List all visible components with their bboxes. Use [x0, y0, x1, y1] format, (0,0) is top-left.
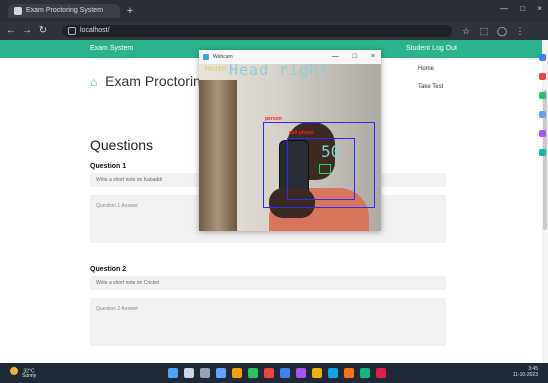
browser-menu-icon[interactable]: ⋮ [514, 24, 526, 38]
overlay-small-text: Mouth [205, 65, 227, 73]
answer-textarea[interactable]: Question 2 Answer [90, 298, 446, 346]
curtain-image [199, 80, 237, 231]
webcam-close-button[interactable]: × [371, 53, 375, 60]
browser-tab[interactable]: Exam Proctoring System [8, 4, 120, 18]
side-icon[interactable] [539, 111, 546, 118]
address-bar[interactable]: localhost/ [62, 25, 452, 37]
bookmark-star-icon[interactable]: ☆ [460, 24, 472, 38]
file-explorer-icon[interactable] [232, 368, 242, 378]
windows-taskbar: 32°C Sunny 3:45 11-10-2023 [0, 363, 548, 383]
app-icon[interactable] [296, 368, 306, 378]
app-icon[interactable] [264, 368, 274, 378]
side-icon[interactable] [539, 54, 546, 61]
task-view-icon[interactable] [200, 368, 210, 378]
tab-favicon-icon [14, 7, 22, 15]
maximize-button[interactable]: □ [520, 4, 525, 13]
webcam-app-icon [203, 54, 209, 60]
webcam-window: Webcam — □ × person cell phone 50 Mouth … [199, 50, 381, 231]
webcam-video-feed: person cell phone 50 Mouth Head right [199, 64, 381, 231]
question-prompt: Write a short note on Cricket [90, 276, 446, 290]
browser-tabbar: Exam Proctoring System + — □ × [0, 0, 548, 22]
app-icon[interactable] [280, 368, 290, 378]
question-label: Question 2 [90, 266, 127, 273]
side-icon[interactable] [539, 92, 546, 99]
app-icon[interactable] [328, 368, 338, 378]
home-link[interactable]: Home [418, 66, 443, 72]
address-text: localhost/ [80, 27, 110, 34]
webcam-minimize-button[interactable]: — [332, 53, 339, 60]
head-pose-text: Head right [229, 64, 330, 79]
detection-score: 50 [321, 142, 341, 161]
window-controls: — □ × [490, 4, 542, 13]
sun-icon [10, 367, 18, 375]
extensions-icon[interactable]: ⬚ [478, 24, 490, 38]
webcam-controls: — □ × [320, 50, 375, 64]
webcam-maximize-button[interactable]: □ [353, 53, 357, 60]
side-icon[interactable] [539, 130, 546, 137]
weather-desc: Sunny [22, 373, 37, 379]
forward-button[interactable]: → [20, 24, 34, 38]
back-button[interactable]: ← [4, 24, 18, 38]
profile-icon[interactable]: ◯ [496, 24, 508, 38]
taskbar-center-icons [168, 365, 398, 381]
logout-link[interactable]: Student Log Out [406, 40, 457, 58]
side-icon[interactable] [539, 73, 546, 80]
new-tab-button[interactable]: + [123, 4, 137, 18]
app-icon[interactable] [344, 368, 354, 378]
widgets-icon[interactable] [216, 368, 226, 378]
phone-detection-label: cell phone [289, 130, 314, 136]
browser-toolbar-icons: ☆ ⬚ ◯ ⋮ [460, 24, 546, 38]
browser-address-row: ← → ↻ localhost/ ☆ ⬚ ◯ ⋮ [0, 22, 548, 40]
close-button[interactable]: × [537, 4, 542, 13]
reload-button[interactable]: ↻ [36, 24, 50, 38]
question-block: Question 2 Write a short note on Cricket… [90, 266, 446, 346]
edge-icon[interactable] [248, 368, 258, 378]
webcam-title: Webcam [213, 54, 233, 60]
questions-heading: Questions [90, 137, 154, 153]
right-links: Home Take Test [418, 66, 443, 102]
search-icon[interactable] [184, 368, 194, 378]
weather-widget[interactable]: 32°C Sunny [10, 367, 36, 379]
site-info-icon[interactable] [68, 27, 76, 35]
person-detection-label: person [265, 116, 282, 122]
start-icon[interactable] [168, 368, 178, 378]
side-icon[interactable] [539, 149, 546, 156]
take-test-link[interactable]: Take Test [418, 84, 443, 90]
minimize-button[interactable]: — [500, 4, 508, 13]
site-brand[interactable]: Exam System [90, 40, 133, 58]
app-icon[interactable] [376, 368, 386, 378]
face-point-marker [319, 164, 331, 174]
app-icon[interactable] [312, 368, 322, 378]
tab-title: Exam Proctoring System [26, 7, 104, 14]
home-icon: ⌂ [90, 75, 98, 89]
app-icon[interactable] [360, 368, 370, 378]
tray-date: 11-10-2023 [512, 372, 538, 378]
system-tray[interactable]: 3:45 11-10-2023 [513, 366, 538, 378]
edge-side-icons [539, 54, 547, 168]
webcam-titlebar[interactable]: Webcam — □ × [199, 50, 381, 64]
